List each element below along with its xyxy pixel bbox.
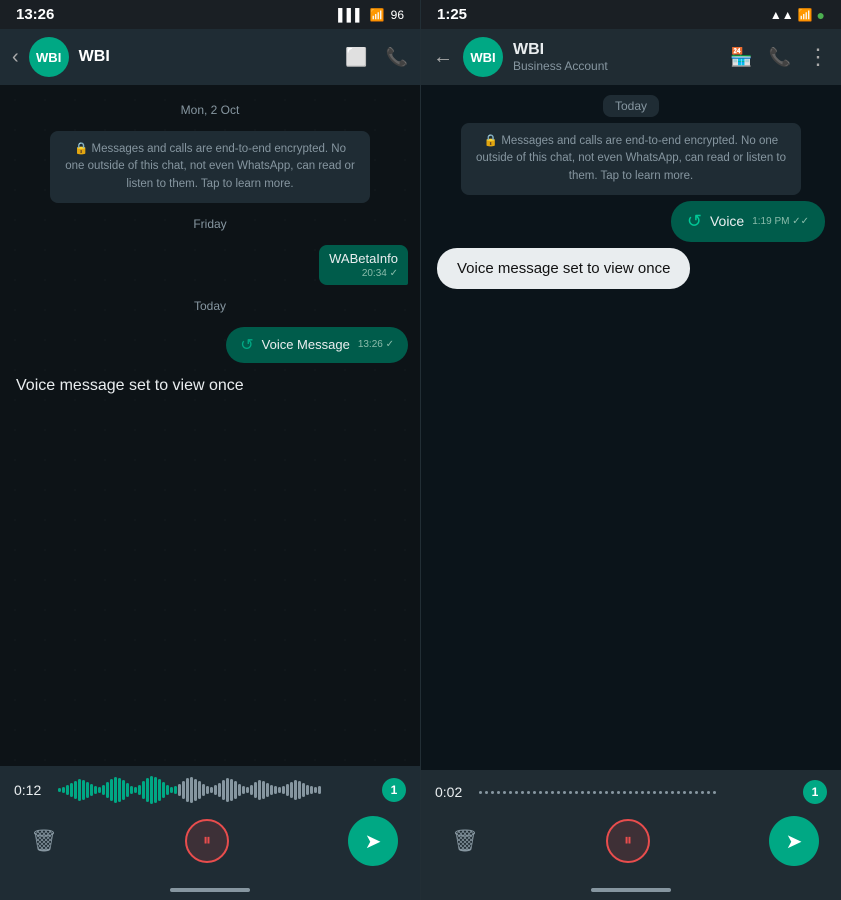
pause-icon: ⏸ bbox=[203, 832, 211, 850]
right-contact-subtitle: Business Account bbox=[513, 59, 720, 73]
right-status-icons: ▲▲ 📶 ● bbox=[770, 7, 825, 23]
today-label: Today bbox=[437, 95, 825, 117]
menu-icon[interactable]: ⋮ bbox=[807, 44, 829, 70]
right-send-button[interactable]: ➤ bbox=[769, 816, 819, 866]
right-pause-button[interactable]: ⏸ bbox=[606, 819, 650, 863]
signal-icon: ▌▌▌ bbox=[338, 8, 364, 22]
left-nav-bar bbox=[0, 880, 420, 900]
right-pause-icon: ⏸ bbox=[624, 832, 632, 850]
encryption-notice: 🔒 Messages and calls are end-to-end encr… bbox=[50, 131, 370, 203]
right-recording-bar: 0:02 1 🗑 ⏸ ➤ bbox=[421, 770, 841, 880]
view-once-label: Voice message set to view once bbox=[12, 369, 408, 403]
right-header-icons: 🏪 📞 ⋮ bbox=[730, 44, 829, 70]
contact-name: WBI bbox=[79, 48, 335, 66]
waveform-row: 0:12 1 bbox=[14, 776, 406, 804]
message-wabetainfo: WABetaInfo 20:34 ✓ bbox=[319, 245, 408, 285]
right-encryption-notice: 🔒 Messages and calls are end-to-end encr… bbox=[461, 123, 801, 195]
right-voice-time: 1:19 PM ✓✓ bbox=[752, 216, 809, 227]
left-chat-area: Mon, 2 Oct 🔒 Messages and calls are end-… bbox=[0, 85, 420, 766]
date-label-1: Mon, 2 Oct bbox=[12, 103, 408, 117]
left-status-icons: ▌▌▌ 📶 96 bbox=[338, 8, 404, 22]
right-status-bar: 1:25 ▲▲ 📶 ● bbox=[421, 0, 841, 29]
right-battery-icon: ● bbox=[817, 7, 825, 23]
right-signal-icon: ▲▲ bbox=[770, 8, 794, 22]
right-nav-bar bbox=[421, 880, 841, 900]
waveform bbox=[58, 776, 374, 804]
left-recording-bar: 0:12 1 🗑 ⏸ ➤ bbox=[0, 766, 420, 880]
avatar: WBI bbox=[29, 37, 69, 77]
today-badge: Today bbox=[603, 95, 659, 117]
right-recording-actions: 🗑 ⏸ ➤ bbox=[435, 812, 827, 870]
left-panel: 13:26 ▌▌▌ 📶 96 ‹ WBI WBI ⬜ 📞 Mon, 2 Oct … bbox=[0, 0, 420, 900]
right-header: ← WBI WBI Business Account 🏪 📞 ⋮ bbox=[421, 29, 841, 85]
voice-call-icon[interactable]: 📞 bbox=[386, 47, 408, 68]
wifi-icon: 📶 bbox=[370, 8, 385, 22]
right-phone-icon[interactable]: 📞 bbox=[769, 47, 791, 68]
battery-text: 96 bbox=[391, 8, 404, 22]
right-header-info: WBI Business Account bbox=[513, 41, 720, 73]
right-view-once-text: Voice message set to view once bbox=[457, 260, 670, 277]
voice-message-bubble[interactable]: ↺ Voice Message 13:26 ✓ bbox=[226, 327, 408, 363]
recording-actions: 🗑 ⏸ ➤ bbox=[14, 812, 406, 870]
recording-time: 0:12 bbox=[14, 782, 50, 798]
right-voice-icon: ↺ bbox=[687, 211, 702, 232]
message-time: 20:34 ✓ bbox=[329, 268, 398, 279]
back-button[interactable]: ‹ bbox=[12, 46, 19, 69]
message-text: WABetaInfo bbox=[329, 251, 398, 266]
right-nav-indicator bbox=[591, 888, 671, 892]
encryption-text: 🔒 Messages and calls are end-to-end encr… bbox=[65, 143, 355, 190]
video-call-icon[interactable]: ⬜ bbox=[345, 47, 367, 68]
date-label-3: Today bbox=[12, 299, 408, 313]
date-label-2: Friday bbox=[12, 217, 408, 231]
voice-label: Voice Message bbox=[262, 337, 350, 352]
right-voice-bubble[interactable]: ↺ Voice 1:19 PM ✓✓ bbox=[671, 201, 825, 242]
right-panel: 1:25 ▲▲ 📶 ● ← WBI WBI Business Account 🏪… bbox=[420, 0, 841, 900]
nav-indicator bbox=[170, 888, 250, 892]
header-actions: ⬜ 📞 bbox=[345, 47, 408, 68]
right-time: 1:25 bbox=[437, 6, 467, 23]
right-view-once-bubble: Voice message set to view once bbox=[437, 248, 690, 289]
left-header: ‹ WBI WBI ⬜ 📞 bbox=[0, 29, 420, 85]
delete-recording-button[interactable]: 🗑 bbox=[22, 819, 66, 863]
right-waveform-row: 0:02 1 bbox=[435, 780, 827, 804]
voice-play-icon: ↺ bbox=[240, 335, 253, 355]
left-time: 13:26 bbox=[16, 6, 54, 23]
voice-time: 13:26 ✓ bbox=[358, 339, 394, 350]
send-recording-button[interactable]: ➤ bbox=[348, 816, 398, 866]
right-send-icon: ➤ bbox=[786, 829, 803, 854]
store-icon[interactable]: 🏪 bbox=[730, 47, 752, 68]
right-chat-area: Today 🔒 Messages and calls are end-to-en… bbox=[421, 85, 841, 770]
view-once-badge: 1 bbox=[382, 778, 406, 802]
right-delete-button[interactable]: 🗑 bbox=[443, 819, 487, 863]
right-avatar: WBI bbox=[463, 37, 503, 77]
right-recording-time: 0:02 bbox=[435, 784, 471, 800]
pause-recording-button[interactable]: ⏸ bbox=[185, 819, 229, 863]
right-contact-name: WBI bbox=[513, 41, 720, 59]
right-view-once-badge: 1 bbox=[803, 780, 827, 804]
right-voice-label: Voice bbox=[710, 213, 744, 229]
right-wifi-icon: 📶 bbox=[798, 8, 813, 22]
right-back-button[interactable]: ← bbox=[433, 46, 453, 69]
left-status-bar: 13:26 ▌▌▌ 📶 96 bbox=[0, 0, 420, 29]
right-encryption-text: 🔒 Messages and calls are end-to-end encr… bbox=[476, 135, 786, 182]
send-icon: ➤ bbox=[365, 829, 382, 854]
right-waveform-dots bbox=[479, 791, 795, 794]
